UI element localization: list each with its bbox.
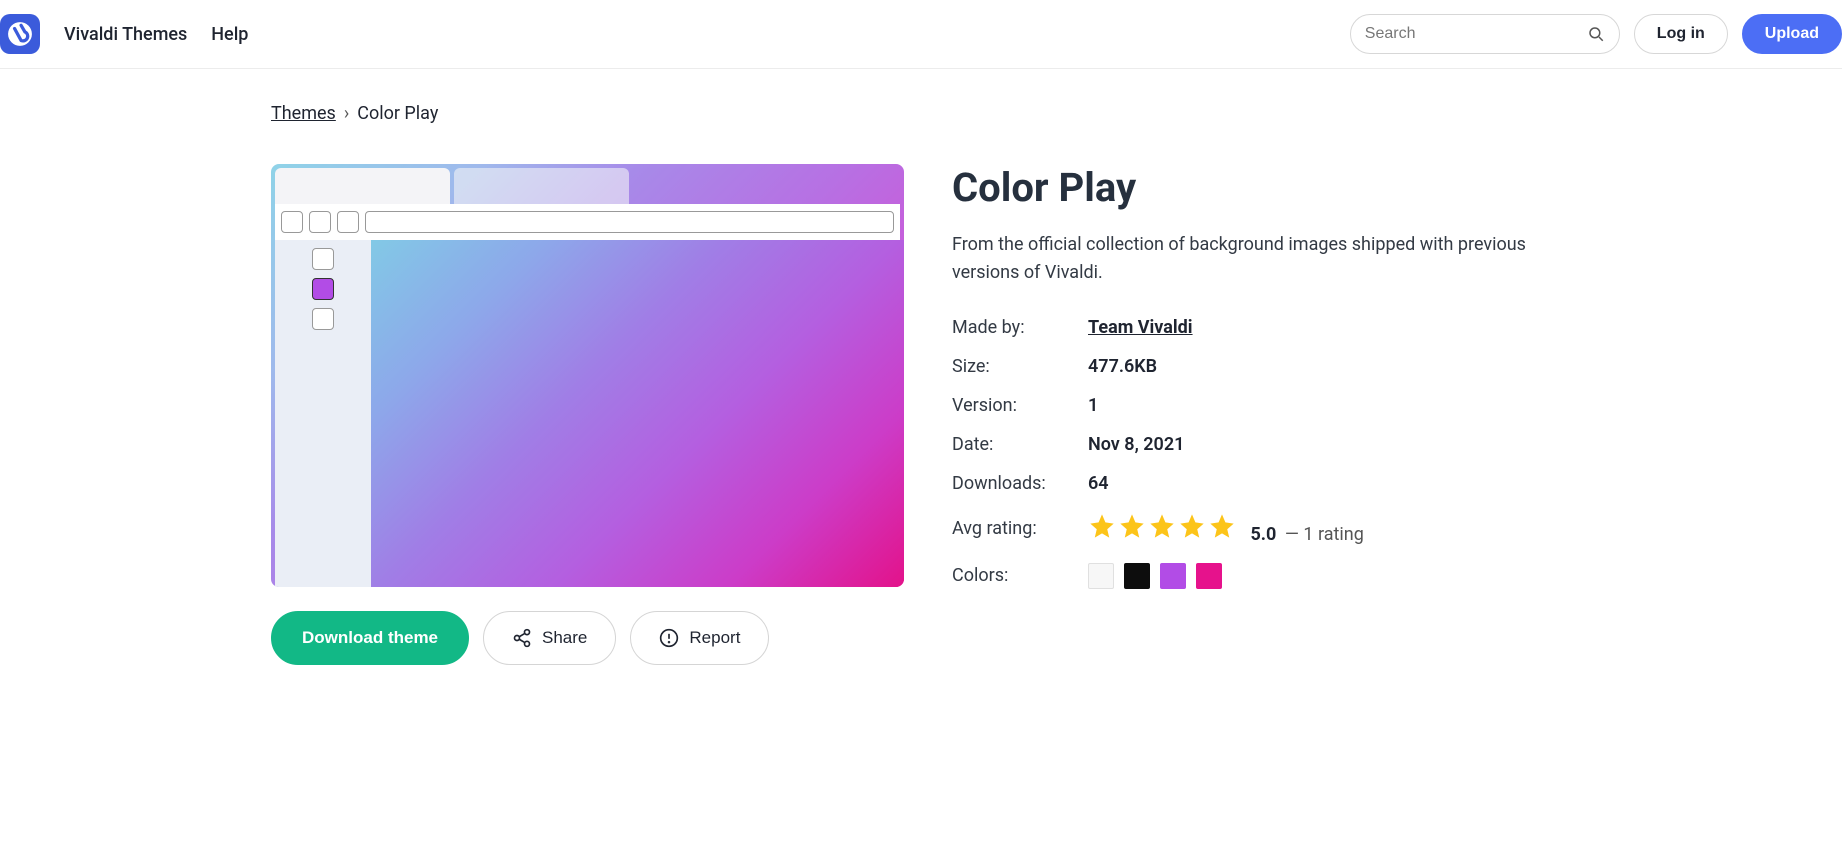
- value-date: Nov 8, 2021: [1088, 434, 1571, 455]
- report-button-label: Report: [689, 628, 740, 648]
- star-icon: [1088, 512, 1116, 540]
- preview-panel-btn: [312, 308, 334, 330]
- label-size: Size:: [952, 356, 1088, 377]
- preview-panel-btn-accent: [312, 278, 334, 300]
- star-icon: [1118, 512, 1146, 540]
- value-downloads: 64: [1088, 473, 1571, 494]
- color-swatches: [1088, 563, 1571, 589]
- nav-themes[interactable]: Vivaldi Themes: [64, 24, 187, 45]
- vivaldi-icon: [7, 21, 33, 47]
- search-input[interactable]: [1365, 25, 1587, 43]
- share-button-label: Share: [542, 628, 587, 648]
- preview-nav-btn: [337, 211, 359, 233]
- share-button[interactable]: Share: [483, 611, 616, 665]
- theme-title: Color Play: [952, 164, 1571, 211]
- star-icon: [1178, 512, 1206, 540]
- preview-panel-btn: [312, 248, 334, 270]
- alert-icon: [659, 628, 679, 648]
- preview-content: [371, 240, 904, 587]
- star-icon: [1208, 512, 1236, 540]
- label-avg-rating: Avg rating:: [952, 518, 1088, 539]
- color-swatch: [1196, 563, 1222, 589]
- search-icon: [1587, 25, 1605, 43]
- upload-button[interactable]: Upload: [1742, 14, 1842, 54]
- share-icon: [512, 628, 532, 648]
- preview-nav-btn: [281, 211, 303, 233]
- preview-nav-btn: [309, 211, 331, 233]
- label-colors: Colors:: [952, 565, 1088, 586]
- report-button[interactable]: Report: [630, 611, 769, 665]
- breadcrumb: Themes › Color Play: [271, 103, 1571, 124]
- login-button[interactable]: Log in: [1634, 14, 1728, 54]
- star-icon: [1148, 512, 1176, 540]
- preview-address-bar: [365, 211, 894, 233]
- value-version: 1: [1088, 395, 1571, 416]
- preview-tab-active: [275, 168, 450, 204]
- color-swatch: [1160, 563, 1186, 589]
- rating-value: 5.0: [1250, 524, 1276, 545]
- download-theme-button[interactable]: Download theme: [271, 611, 469, 665]
- theme-description: From the official collection of backgrou…: [952, 231, 1571, 287]
- nav-help[interactable]: Help: [211, 24, 248, 45]
- search-field[interactable]: [1350, 14, 1620, 54]
- value-size: 477.6KB: [1088, 356, 1571, 377]
- star-rating: [1088, 512, 1236, 540]
- color-swatch: [1124, 563, 1150, 589]
- label-downloads: Downloads:: [952, 473, 1088, 494]
- vivaldi-logo[interactable]: [0, 14, 40, 54]
- preview-tab-inactive: [454, 168, 629, 204]
- label-version: Version:: [952, 395, 1088, 416]
- value-avg-rating: 5.0 — 1 rating: [1088, 512, 1571, 545]
- rating-count: — 1 rating: [1285, 524, 1364, 545]
- author-link[interactable]: Team Vivaldi: [1088, 317, 1193, 338]
- breadcrumb-current: Color Play: [357, 103, 438, 124]
- label-date: Date:: [952, 434, 1088, 455]
- theme-preview: [271, 164, 904, 587]
- breadcrumb-root[interactable]: Themes: [271, 103, 336, 124]
- color-swatch: [1088, 563, 1114, 589]
- label-made-by: Made by:: [952, 317, 1088, 338]
- chevron-right-icon: ›: [344, 103, 349, 124]
